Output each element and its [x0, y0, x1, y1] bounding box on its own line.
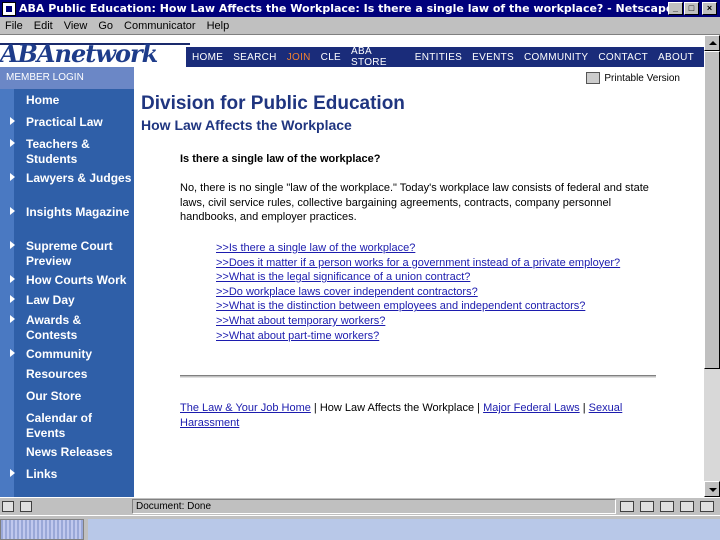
menu-go[interactable]: Go: [98, 20, 113, 32]
question-link[interactable]: >>What is the distinction between employ…: [216, 299, 636, 314]
sidebar-item-label: News Releases: [26, 445, 113, 459]
question-link[interactable]: >>What about temporary workers?: [216, 314, 636, 329]
menu-help[interactable]: Help: [207, 20, 230, 32]
connection-icon: [20, 501, 32, 512]
question-link[interactable]: >>Does it matter if a person works for a…: [216, 256, 636, 271]
question-link[interactable]: >>What is the legal significance of a un…: [216, 270, 636, 285]
up-arrow-icon: [709, 41, 717, 45]
divider: [180, 375, 656, 378]
taskbar-button[interactable]: [0, 519, 84, 540]
triangle-right-icon: [10, 117, 15, 125]
discussions-icon[interactable]: [660, 501, 674, 512]
sidebar-item-label: Lawyers & Judges: [26, 171, 132, 185]
menu-bar: File Edit View Go Communicator Help: [0, 17, 720, 35]
page-viewport: ABAnetwork HOME SEARCH JOIN CLE ABA STOR…: [0, 35, 704, 497]
triangle-right-icon: [10, 315, 15, 323]
question-link[interactable]: >>Do workplace laws cover independent co…: [216, 285, 636, 300]
status-bar: Document: Done: [0, 497, 720, 515]
sidebar-item-label: Insights Magazine: [26, 205, 130, 219]
sidebar-item-label: Home: [26, 93, 60, 107]
menu-view[interactable]: View: [64, 20, 88, 32]
sidebar-item-label: Teachers & Students: [26, 137, 90, 166]
conference-icon[interactable]: [700, 501, 714, 512]
scroll-up-button[interactable]: [704, 35, 720, 51]
scroll-down-button[interactable]: [704, 481, 720, 497]
answer-paragraph: No, there is no single "law of the workp…: [180, 182, 649, 224]
triangle-right-icon: [10, 469, 15, 477]
question-link[interactable]: >>Is there a single law of the workplace…: [216, 241, 636, 256]
sidebar-strip: [0, 89, 14, 497]
component-bar: [616, 499, 720, 515]
title-bar[interactable]: ABA Public Education: How Law Affects th…: [0, 0, 720, 17]
status-icons-left: [0, 499, 132, 515]
sidebar-item-label: Links: [26, 467, 58, 481]
menu-file[interactable]: File: [5, 20, 23, 32]
nav-events[interactable]: EVENTS: [472, 52, 514, 63]
footer-sep: | How Law Affects the Workplace |: [310, 402, 484, 414]
triangle-right-icon: [10, 207, 15, 215]
nav-search[interactable]: SEARCH: [233, 52, 276, 63]
nav-about[interactable]: ABOUT: [658, 52, 694, 63]
taskbar-area: [88, 519, 720, 540]
maximize-button[interactable]: □: [684, 2, 699, 15]
scroll-thumb[interactable]: [704, 51, 720, 369]
nav-community[interactable]: COMMUNITY: [524, 52, 588, 63]
menu-edit[interactable]: Edit: [34, 20, 53, 32]
question-heading: Is there a single law of the workplace?: [180, 153, 381, 165]
sidebar-item-label: Supreme Court Preview: [26, 239, 113, 268]
nav-join[interactable]: JOIN: [287, 52, 311, 63]
triangle-right-icon: [10, 349, 15, 357]
menu-communicator[interactable]: Communicator: [124, 20, 196, 32]
vertical-scrollbar[interactable]: [704, 35, 720, 497]
sidebar-item-label: How Courts Work: [26, 273, 127, 287]
close-button[interactable]: ×: [702, 2, 717, 15]
site-banner: ABAnetwork HOME SEARCH JOIN CLE ABA STOR…: [0, 35, 704, 68]
nav-cle[interactable]: CLE: [321, 52, 341, 63]
sidebar-item-label: Practical Law: [26, 115, 103, 129]
footer-links: The Law & Your Job Home | How Law Affect…: [180, 401, 660, 430]
top-nav: HOME SEARCH JOIN CLE ABA STORE ENTITIES …: [186, 46, 704, 68]
sidebar-item-label: Community: [26, 347, 92, 361]
triangle-right-icon: [10, 241, 15, 249]
sidebar-item-label: Our Store: [26, 389, 82, 403]
sidebar-item-label: Resources: [26, 367, 88, 381]
minimize-button[interactable]: _: [668, 2, 683, 15]
main-content: Printable Version Division for Public Ed…: [134, 67, 704, 497]
footer-link-federal-laws[interactable]: Major Federal Laws: [483, 402, 580, 414]
member-login-bar[interactable]: MEMBER LOGIN: [0, 67, 148, 89]
question-link[interactable]: >>What about part-time workers?: [216, 329, 636, 344]
mail-icon[interactable]: [640, 501, 654, 512]
printer-icon: [586, 72, 601, 84]
browser-window: ABA Public Education: How Law Affects th…: [0, 0, 720, 540]
member-login-label[interactable]: MEMBER LOGIN: [6, 72, 84, 83]
sidebar-item-label: Law Day: [26, 293, 75, 307]
window-title: ABA Public Education: How Law Affects th…: [19, 2, 668, 15]
printable-version-link[interactable]: Printable Version: [586, 72, 680, 84]
triangle-right-icon: [10, 139, 15, 147]
page-title: Division for Public Education: [141, 93, 405, 114]
triangle-right-icon: [10, 295, 15, 303]
triangle-right-icon: [10, 173, 15, 181]
taskbar-strip: [0, 515, 720, 540]
nav-home[interactable]: HOME: [192, 52, 223, 63]
down-arrow-icon: [709, 488, 717, 492]
nav-entities[interactable]: ENTITIES: [415, 52, 462, 63]
security-lock-icon[interactable]: [2, 501, 14, 512]
aba-network-logo[interactable]: ABAnetwork: [0, 39, 158, 68]
triangle-right-icon: [10, 275, 15, 283]
left-sidebar: Home Practical Law Teachers & Students Lawy…: [0, 89, 134, 497]
printable-label[interactable]: Printable Version: [604, 73, 680, 84]
sidebar-item-label: Calendar of Events: [26, 411, 93, 440]
nav-contact[interactable]: CONTACT: [598, 52, 648, 63]
status-text: Document: Done: [132, 499, 616, 514]
netscape-icon: [2, 1, 16, 16]
footer-link-home[interactable]: The Law & Your Job Home: [180, 402, 311, 414]
composer-icon[interactable]: [680, 501, 694, 512]
nav-aba-store[interactable]: ABA STORE: [351, 46, 405, 68]
sidebar-item-label: Awards & Contests: [26, 313, 82, 342]
footer-sep: |: [579, 402, 589, 414]
navigator-icon[interactable]: [620, 501, 634, 512]
page-subtitle: How Law Affects the Workplace: [141, 117, 352, 133]
question-links: >>Is there a single law of the workplace…: [216, 241, 636, 343]
